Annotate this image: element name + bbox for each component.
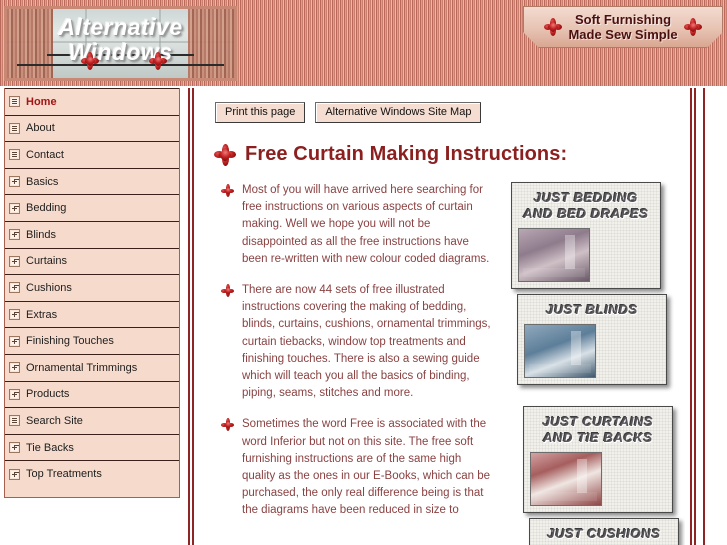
sidebar-item-finishing-touches[interactable]: Finishing Touches	[5, 327, 179, 354]
body-columns: Most of you will have arrived here searc…	[205, 182, 685, 545]
document-icon	[9, 96, 20, 108]
plus-icon	[9, 335, 20, 347]
plus-icon	[9, 468, 20, 480]
plus-icon	[9, 282, 20, 294]
product-card-title: Just Cushions	[547, 526, 661, 541]
sidebar-item-about[interactable]: About	[5, 114, 179, 142]
decorative-rule-far-right	[703, 88, 705, 545]
sidebar-item-label: Cushions	[26, 281, 72, 294]
document-icon	[9, 122, 20, 134]
bedding-photo	[518, 228, 590, 282]
document-icon	[9, 149, 20, 161]
product-card-title: Just Blinds	[546, 302, 638, 317]
sidebar-item-bedding[interactable]: Bedding	[5, 194, 179, 221]
content-toolbar: Print this page Alternative Windows Site…	[215, 102, 685, 123]
tagline-text: Soft Furnishing Made Sew Simple	[568, 12, 677, 42]
paragraph-text: There are now 44 sets of free illustrate…	[242, 284, 491, 400]
sidebar-item-label: Contact	[26, 148, 64, 161]
product-card[interactable]: Just Bedding and Bed Drapes	[511, 182, 661, 289]
sidebar-item-ornamental-trimmings[interactable]: Ornamental Trimmings	[5, 353, 179, 381]
product-card[interactable]: Just Curtains and Tie Backs	[523, 406, 673, 513]
page-title-text: Free Curtain Making Instructions:	[245, 143, 568, 165]
main-content: Print this page Alternative Windows Site…	[205, 96, 685, 545]
paragraph-text: Most of you will have arrived here searc…	[242, 184, 490, 265]
sidebar-item-label: Finishing Touches	[26, 335, 114, 348]
product-card-column: Just Bedding and Bed Drapes Just Blinds Jus…	[497, 182, 679, 545]
sidebar-item-contact[interactable]: Contact	[5, 141, 179, 168]
document-icon	[9, 415, 20, 427]
decorative-rule-left	[188, 88, 195, 545]
sidebar-item-cushions[interactable]: Cushions	[5, 274, 179, 301]
plus-icon	[9, 202, 20, 214]
product-card-subtitle: and Bed Drapes	[523, 206, 649, 221]
site-tagline-banner: Soft Furnishing Made Sew Simple	[523, 6, 723, 48]
plus-icon	[9, 442, 20, 454]
plus-icon	[9, 362, 20, 374]
sidebar-item-blinds[interactable]: Blinds	[5, 220, 179, 248]
product-card-title: Just Bedding	[534, 190, 638, 205]
diamond-bullet-icon	[221, 418, 234, 432]
site-map-button[interactable]: Alternative Windows Site Map	[315, 102, 482, 123]
sidebar-item-label: Curtains	[26, 255, 67, 268]
sidebar-item-search-site[interactable]: Search Site	[5, 407, 179, 434]
sidebar-item-label: Bedding	[26, 202, 67, 215]
article-paragraph: Sometimes the word Free is associated wi…	[221, 416, 497, 519]
sidebar-item-label: Extras	[26, 308, 58, 321]
sidebar-item-label: About	[26, 122, 55, 135]
sidebar-item-label: Ornamental Trimmings	[26, 361, 138, 374]
sidebar-item-basics[interactable]: Basics	[5, 167, 179, 195]
sidebar-item-extras[interactable]: Extras	[5, 300, 179, 328]
diamond-ornament-icon	[149, 52, 167, 70]
product-card-title: Just Curtains	[542, 414, 654, 429]
sidebar-item-top-treatments[interactable]: Top Treatments	[5, 460, 179, 487]
print-this-page-button[interactable]: Print this page	[215, 102, 306, 123]
diamond-ornament-icon	[81, 52, 99, 70]
diamond-ornament-icon	[683, 18, 702, 36]
sidebar-item-products[interactable]: Products	[5, 380, 179, 408]
sidebar-item-label: Search Site	[26, 414, 83, 427]
plus-icon	[9, 388, 20, 400]
diamond-bullet-icon	[221, 284, 234, 298]
plus-icon	[9, 229, 20, 241]
plus-icon	[9, 309, 20, 321]
diamond-ornament-icon	[214, 143, 236, 166]
sidebar-item-label: Tie Backs	[26, 441, 74, 454]
product-card[interactable]: Just Cushions	[529, 518, 679, 545]
decorative-rule-right	[690, 88, 697, 545]
curtains-photo	[530, 452, 602, 506]
sidebar-item-label: Home	[26, 95, 57, 108]
paragraph-text: Sometimes the word Free is associated wi…	[242, 418, 491, 517]
logo-line-1: Alternative	[58, 14, 183, 40]
page-title: Free Curtain Making Instructions:	[214, 143, 685, 166]
article-paragraph: Most of you will have arrived here searc…	[221, 182, 497, 268]
tagline-line-2: Made Sew Simple	[568, 27, 678, 42]
logo-line-2: Windows	[68, 39, 173, 65]
sidebar-item-curtains[interactable]: Curtains	[5, 247, 179, 275]
site-logo[interactable]: Alternative Windows	[4, 6, 237, 81]
article-text-column: Most of you will have arrived here searc…	[205, 182, 497, 534]
diamond-bullet-icon	[221, 184, 234, 197]
page-root: Alternative Windows Soft Furnishing Made…	[0, 0, 727, 545]
sidebar-item-label: Blinds	[26, 228, 56, 241]
site-header: Alternative Windows Soft Furnishing Made…	[0, 0, 727, 86]
product-card-subtitle: and Tie Backs	[543, 430, 653, 445]
blinds-photo	[524, 324, 596, 378]
plus-icon	[9, 176, 20, 188]
sidebar-item-label: Products	[26, 388, 70, 401]
sidebar-item-label: Top Treatments	[26, 468, 102, 481]
diamond-ornament-icon	[544, 18, 563, 36]
sidebar-item-home[interactable]: Home	[5, 88, 179, 115]
sidebar-nav: Home About Contact Basics Bedding Blinds Curta…	[4, 88, 180, 498]
product-card[interactable]: Just Blinds	[517, 294, 667, 385]
logo-text: Alternative Windows	[7, 15, 234, 65]
tagline-line-1: Soft Furnishing	[574, 12, 672, 27]
article-paragraph: There are now 44 sets of free illustrate…	[221, 282, 497, 402]
sidebar-item-label: Basics	[26, 175, 59, 188]
sidebar-item-tie-backs[interactable]: Tie Backs	[5, 433, 179, 461]
plus-icon	[9, 255, 20, 267]
